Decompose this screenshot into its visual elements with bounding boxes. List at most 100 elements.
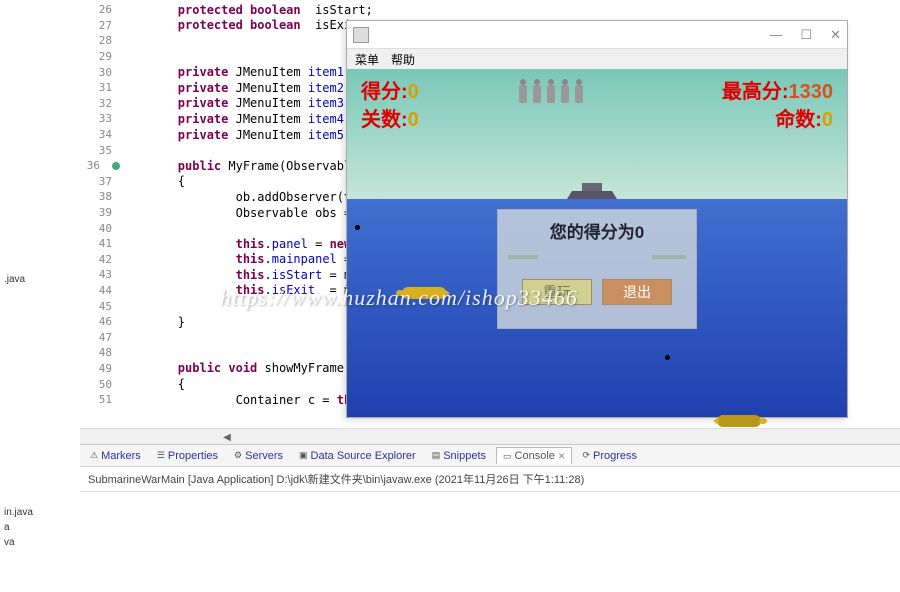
gameover-dialog: 您的得分为0 重玩 退出 bbox=[497, 209, 697, 329]
bomb-icon bbox=[531, 79, 543, 105]
exit-button[interactable]: 退出 bbox=[602, 279, 672, 305]
replay-button[interactable]: 重玩 bbox=[522, 279, 592, 305]
tab-icon: ▣ bbox=[299, 450, 308, 461]
line-number: 47 bbox=[80, 331, 120, 344]
file-item[interactable]: in.java bbox=[4, 505, 33, 520]
menu-item-file[interactable]: 菜单 bbox=[355, 51, 379, 68]
code-content bbox=[120, 330, 178, 344]
line-number: 30 bbox=[80, 66, 120, 79]
code-content: Observable obs = ob; bbox=[120, 206, 380, 220]
code-content bbox=[120, 221, 178, 235]
hud-hiscore: 最高分:1330 bbox=[722, 75, 833, 104]
line-number: 48 bbox=[80, 346, 120, 359]
horizontal-scrollbar[interactable]: ◀ bbox=[80, 428, 900, 444]
line-number: 26 bbox=[80, 3, 120, 16]
line-number: 35 bbox=[80, 144, 120, 157]
line-number: 27 bbox=[80, 19, 120, 32]
code-content: private JMenuItem item5; bbox=[120, 128, 351, 142]
submarine bbox=[717, 415, 761, 427]
line-number: 44 bbox=[80, 284, 120, 297]
menu-item-help[interactable]: 帮助 bbox=[391, 51, 415, 68]
hud-level: 关数:0 bbox=[361, 103, 419, 132]
line-number: 41 bbox=[80, 237, 120, 250]
code-content: } bbox=[120, 315, 185, 329]
line-number: 43 bbox=[80, 268, 120, 281]
tab-icon: ▭ bbox=[503, 451, 512, 462]
bomb-row bbox=[517, 79, 585, 105]
tab-properties[interactable]: ☰Properties bbox=[151, 448, 224, 464]
line-number: 40 bbox=[80, 222, 120, 235]
line-number: 29 bbox=[80, 50, 120, 63]
code-content bbox=[120, 143, 178, 157]
tab-icon: ☰ bbox=[157, 450, 165, 461]
line-number: 33 bbox=[80, 112, 120, 125]
hud-lives: 命数:0 bbox=[775, 103, 833, 132]
decoration bbox=[508, 255, 538, 259]
tab-label: Markers bbox=[101, 450, 141, 462]
decoration bbox=[652, 255, 686, 259]
game-window: — ☐ ✕ 菜单 帮助 得分:0 关数:0 最高分:1330 命数:0 bbox=[346, 20, 848, 418]
scroll-left-icon[interactable]: ◀ bbox=[220, 430, 234, 444]
dialog-title: 您的得分为0 bbox=[498, 210, 696, 255]
menubar: 菜单 帮助 bbox=[347, 49, 847, 69]
player-ship bbox=[567, 181, 617, 199]
bomb-icon bbox=[545, 79, 557, 105]
tab-snippets[interactable]: ▤Snippets bbox=[426, 448, 492, 464]
code-content: private JMenuItem item2; bbox=[120, 81, 351, 95]
line-number: 31 bbox=[80, 81, 120, 94]
line-number: 28 bbox=[80, 34, 120, 47]
close-icon[interactable]: ✕ bbox=[558, 451, 566, 462]
bomb-icon bbox=[559, 79, 571, 105]
code-content: private JMenuItem item1; bbox=[120, 65, 351, 79]
tab-servers[interactable]: ⚙Servers bbox=[228, 448, 289, 464]
tab-label: Properties bbox=[168, 450, 218, 462]
file-item[interactable]: va bbox=[4, 535, 33, 550]
hud-score: 得分:0 bbox=[361, 75, 419, 104]
tab-console[interactable]: ▭Console✕ bbox=[496, 447, 572, 464]
tab-label: Console bbox=[515, 450, 555, 462]
tab-markers[interactable]: ⚠Markers bbox=[84, 448, 147, 464]
file-item[interactable]: .java bbox=[4, 272, 25, 287]
titlebar[interactable]: — ☐ ✕ bbox=[347, 21, 847, 49]
line-number: 37 bbox=[80, 175, 120, 188]
line-number: 34 bbox=[80, 128, 120, 141]
line-number: 38 bbox=[80, 190, 120, 203]
bullet bbox=[665, 355, 670, 360]
console-output: SubmarineWarMain [Java Application] D:\j… bbox=[80, 467, 900, 492]
file-item[interactable]: a bbox=[4, 520, 33, 535]
code-content: { bbox=[120, 174, 185, 188]
project-explorer[interactable]: .java in.java a va bbox=[0, 0, 80, 592]
tab-label: Data Source Explorer bbox=[311, 450, 416, 462]
tab-label: Progress bbox=[593, 450, 637, 462]
line-number: 39 bbox=[80, 206, 120, 219]
bullet bbox=[355, 225, 360, 230]
game-canvas[interactable]: 得分:0 关数:0 最高分:1330 命数:0 您的得分为 bbox=[347, 69, 847, 417]
bottom-tabs: ⚠Markers☰Properties⚙Servers▣Data Source … bbox=[80, 444, 900, 467]
app-icon bbox=[353, 27, 369, 43]
code-line[interactable]: 26 protected boolean isStart; bbox=[80, 2, 900, 18]
line-number: 45 bbox=[80, 300, 120, 313]
tab-icon: ⚠ bbox=[90, 450, 98, 461]
tab-icon: ⟳ bbox=[582, 450, 590, 461]
code-content: private JMenuItem item3; bbox=[120, 96, 351, 110]
code-content: private JMenuItem item4; bbox=[120, 112, 351, 126]
code-content: public MyFrame(Observable bbox=[120, 159, 358, 173]
code-content bbox=[120, 346, 178, 360]
line-number: 42 bbox=[80, 253, 120, 266]
code-content bbox=[120, 299, 178, 313]
marker-icon bbox=[112, 162, 120, 170]
tab-progress[interactable]: ⟳Progress bbox=[576, 448, 643, 464]
tab-data-source-explorer[interactable]: ▣Data Source Explorer bbox=[293, 448, 422, 464]
tab-icon: ⚙ bbox=[234, 450, 242, 461]
console-area[interactable] bbox=[80, 492, 900, 592]
tab-icon: ▤ bbox=[432, 450, 441, 461]
tab-label: Servers bbox=[245, 450, 283, 462]
line-number: 51 bbox=[80, 393, 120, 406]
code-content: protected boolean isExit; bbox=[120, 18, 366, 32]
close-button[interactable]: ✕ bbox=[830, 27, 841, 43]
maximize-button[interactable]: ☐ bbox=[800, 27, 812, 43]
line-number: 50 bbox=[80, 378, 120, 391]
line-number: 32 bbox=[80, 97, 120, 110]
bomb-icon bbox=[517, 79, 529, 105]
minimize-button[interactable]: — bbox=[769, 27, 782, 43]
